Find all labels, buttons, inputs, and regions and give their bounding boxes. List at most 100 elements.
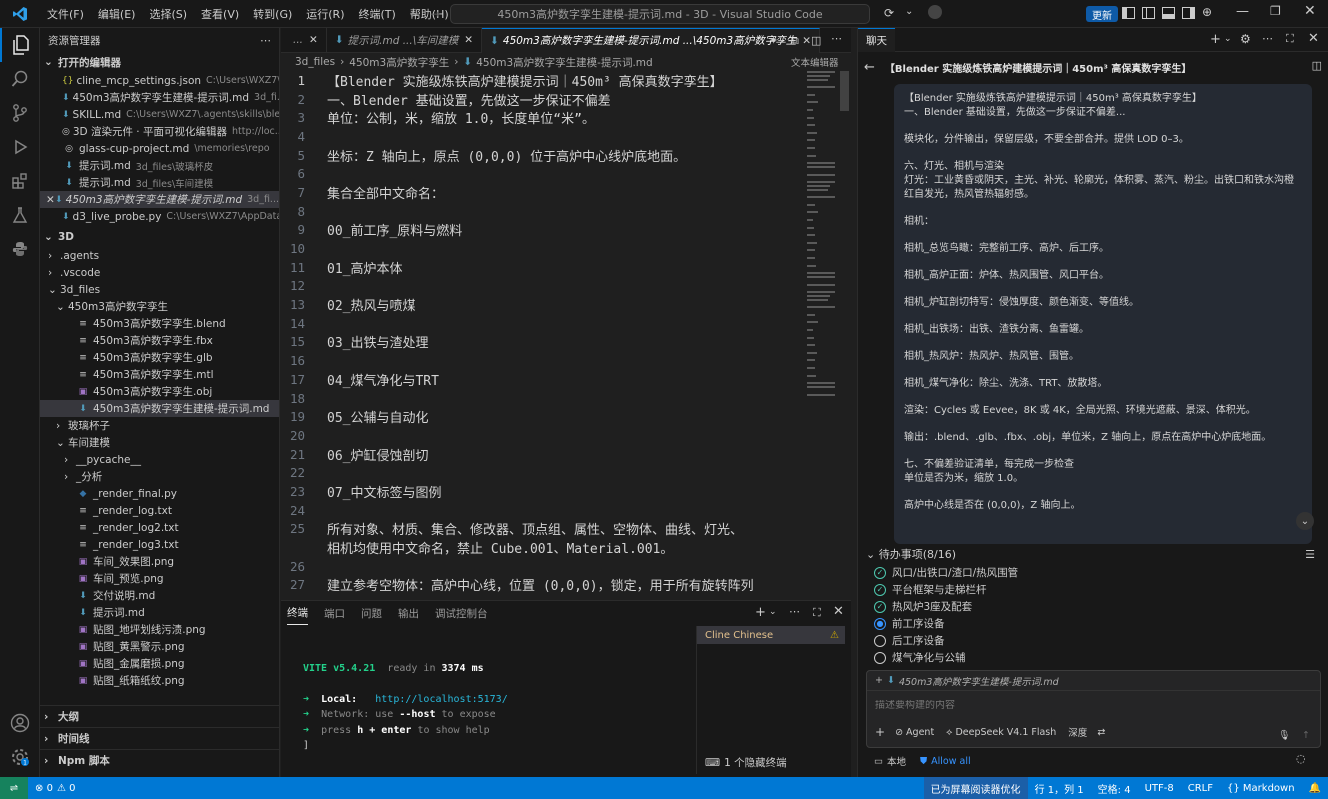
local-button[interactable]: 本地 (887, 754, 906, 768)
problems-indicator[interactable]: ⊗ 0 ⚠ 0 (28, 777, 82, 799)
todo-item[interactable]: ✓ 热风炉3座及配套 (866, 598, 1321, 615)
open-editor-item[interactable]: ⬇ 提示词.md 3d_files\车间建模 (40, 174, 279, 191)
maximize-panel-icon[interactable]: ⛶ (813, 606, 821, 620)
encoding[interactable]: UTF-8 (1138, 777, 1181, 799)
cursor-position[interactable]: 行 1，列 1 (1028, 777, 1091, 799)
chevron-down-icon[interactable]: ⌄ (769, 607, 777, 617)
menu-view[interactable]: 查看(V) (194, 6, 246, 22)
add-context-icon[interactable]: + (875, 675, 883, 686)
end-of-line[interactable]: CRLF (1181, 777, 1220, 799)
python-icon[interactable] (0, 232, 40, 266)
open-editor-item[interactable]: ◎ 3D 渲染元件 · 平面可视化编辑器 http://loc... (40, 123, 279, 140)
editor-tab[interactable]: ... ✕ (281, 27, 327, 53)
tools-icon[interactable]: ⇄ (1097, 727, 1105, 738)
panel-tab[interactable]: 终端 (287, 601, 308, 625)
close-tab-icon[interactable]: ✕ (309, 34, 318, 46)
menu-edit[interactable]: 编辑(E) (91, 6, 143, 22)
explorer-icon[interactable] (0, 28, 40, 62)
breadcrumb-item[interactable]: 3d_files (295, 56, 335, 68)
open-editor-item[interactable]: ◎ glass-cup-project.md \memories\repo (40, 140, 279, 157)
open-editor-item[interactable]: ⬇d3_live_probe.py C:\Users\WXZ7\AppData\L… (40, 208, 279, 225)
tree-item[interactable]: ▣ 车间_效果图.png (40, 553, 279, 570)
vertical-scrollbar[interactable] (840, 71, 849, 111)
terminal-output[interactable]: VITE v5.4.21 ready in 3374 ms ➜ Local: h… (303, 645, 508, 754)
tree-item[interactable]: ⌄ 车间建模 (40, 434, 279, 451)
open-editor-item[interactable]: ✕ ⬇ 450m3高炉数字孪生建模-提示词.md 3d_fi... (40, 191, 279, 208)
menu-go[interactable]: 转到(G) (246, 6, 299, 22)
toggle-panel-icon[interactable] (1162, 7, 1175, 19)
panel-tab[interactable]: 调试控制台 (435, 601, 488, 625)
todo-header[interactable]: ⌄ 待办事项(8/16) ☰ (866, 544, 1321, 564)
copilot-sparkle-icon[interactable]: ✦ (769, 34, 778, 47)
tree-item[interactable]: ▣ 贴图_地坪划线污渍.png (40, 621, 279, 638)
more-actions-icon[interactable]: ⋯ (831, 32, 842, 45)
toggle-primary-sidebar-icon[interactable] (1122, 7, 1135, 19)
indentation[interactable]: 空格: 4 (1091, 777, 1138, 799)
forward-arrow-icon[interactable]: → (430, 7, 440, 21)
menu-selection[interactable]: 选择(S) (142, 6, 194, 22)
chat-tab[interactable]: 聊天 (858, 27, 895, 52)
collapsed-section-header[interactable]: › Npm 脚本 (40, 749, 279, 771)
close-tab-icon[interactable]: ✕ (802, 35, 811, 47)
tree-item[interactable]: › .agents (40, 247, 279, 264)
breadcrumb-item[interactable]: 450m3高炉数字孪生建模-提示词.md (476, 55, 652, 70)
more-actions-icon[interactable]: ⋯ (1262, 32, 1273, 45)
tree-item[interactable]: ≡ 450m3高炉数字孪生.mtl (40, 366, 279, 383)
allow-all-button[interactable]: Allow all (931, 756, 970, 767)
toggle-sidebar-icon[interactable]: ◫ (1312, 59, 1322, 72)
microphone-icon[interactable]: 🎙 (1278, 730, 1290, 741)
todo-item[interactable]: 煤气净化与公辅 (866, 649, 1321, 666)
tree-item[interactable]: › __pycache__ (40, 451, 279, 468)
panel-tab[interactable]: 问题 (361, 601, 382, 625)
settings-gear-icon[interactable]: ⚙ (1240, 32, 1251, 46)
menu-run[interactable]: 运行(R) (299, 6, 351, 22)
close-tab-icon[interactable]: ✕ (464, 34, 473, 46)
run-debug-icon[interactable] (0, 130, 40, 164)
tree-item[interactable]: ⬇ 450m3高炉数字孪生建模-提示词.md (40, 400, 279, 417)
attached-file-chip[interactable]: + ⬇ 450m3高炉数字孪生建模-提示词.md (867, 671, 1320, 691)
panel-tab[interactable]: 端口 (324, 601, 345, 625)
toggle-secondary-sidebar-icon[interactable] (1182, 7, 1195, 19)
menu-terminal[interactable]: 终端(T) (352, 6, 403, 22)
close-panel-icon[interactable]: ✕ (833, 604, 844, 619)
testing-flask-icon[interactable] (0, 198, 40, 232)
agent-mode-button[interactable]: ⊘ Agent (895, 727, 934, 738)
update-button[interactable]: 更新 (1086, 6, 1118, 22)
model-picker-button[interactable]: ⟡ DeepSeek V4.1 Flash (946, 727, 1056, 738)
tree-item[interactable]: ▣ 车间_预览.png (40, 570, 279, 587)
globe-icon[interactable]: ⊕ (1202, 5, 1212, 19)
chevron-down-icon[interactable]: ⌄ (905, 6, 913, 17)
tree-item[interactable]: ▣ 450m3高炉数字孪生.obj (40, 383, 279, 400)
command-center[interactable]: 450m3高炉数字孪生建模-提示词.md - 3D - Visual Studi… (450, 4, 870, 24)
minimap[interactable] (807, 71, 837, 411)
close-editor-icon[interactable]: ✕ (46, 194, 55, 206)
folder-section-header[interactable]: ⌄ 3D (40, 227, 279, 247)
depth-button[interactable]: 深度 (1068, 725, 1087, 739)
extensions-icon[interactable] (0, 164, 40, 198)
maximize-icon[interactable]: ⛶ (1286, 32, 1294, 46)
hidden-terminals[interactable]: ⌨ 1 个隐藏终端 (705, 755, 787, 770)
tree-item[interactable]: ▣ 贴图_金属磨损.png (40, 655, 279, 672)
copilot-icon[interactable]: ⟳ (884, 6, 894, 20)
tree-item[interactable]: ⬇ 交付说明.md (40, 587, 279, 604)
tree-item[interactable]: ≡ _render_log3.txt (40, 536, 279, 553)
new-terminal-icon[interactable]: + (755, 605, 766, 620)
more-actions-icon[interactable]: ⋯ (260, 34, 271, 47)
account-icon[interactable] (0, 706, 40, 740)
back-arrow-icon[interactable]: ← (410, 7, 420, 21)
search-icon[interactable] (0, 62, 40, 96)
scroll-down-icon[interactable]: ⌄ (1296, 512, 1314, 530)
language-mode[interactable]: {} Markdown (1220, 777, 1302, 799)
open-editor-item[interactable]: ⬇450m3高炉数字孪生建模-提示词.md 3d_fi... (40, 89, 279, 106)
tree-item[interactable]: ▣ 贴图_黄黑警示.png (40, 638, 279, 655)
tree-item[interactable]: ◆ _render_final.py (40, 485, 279, 502)
todo-item[interactable]: 后工序设备 (866, 632, 1321, 649)
todo-item[interactable]: ✓ 平台框架与走梯栏杆 (866, 581, 1321, 598)
close-chat-icon[interactable]: ✕ (1308, 31, 1319, 46)
local-url-link[interactable]: http://localhost:5173/ (375, 694, 507, 705)
chevron-down-icon[interactable]: ⌄ (1224, 34, 1232, 44)
code-view[interactable]: 1 【Blender 实施级炼铁高炉建模提示词｜450m³ 高保真数字孪生】 2 一、… (281, 71, 806, 599)
open-editors-section-header[interactable]: ⌄ 打开的编辑器 (40, 52, 279, 72)
panel-tab[interactable]: 输出 (398, 601, 419, 625)
close-window-icon[interactable]: ✕ (1304, 3, 1316, 19)
